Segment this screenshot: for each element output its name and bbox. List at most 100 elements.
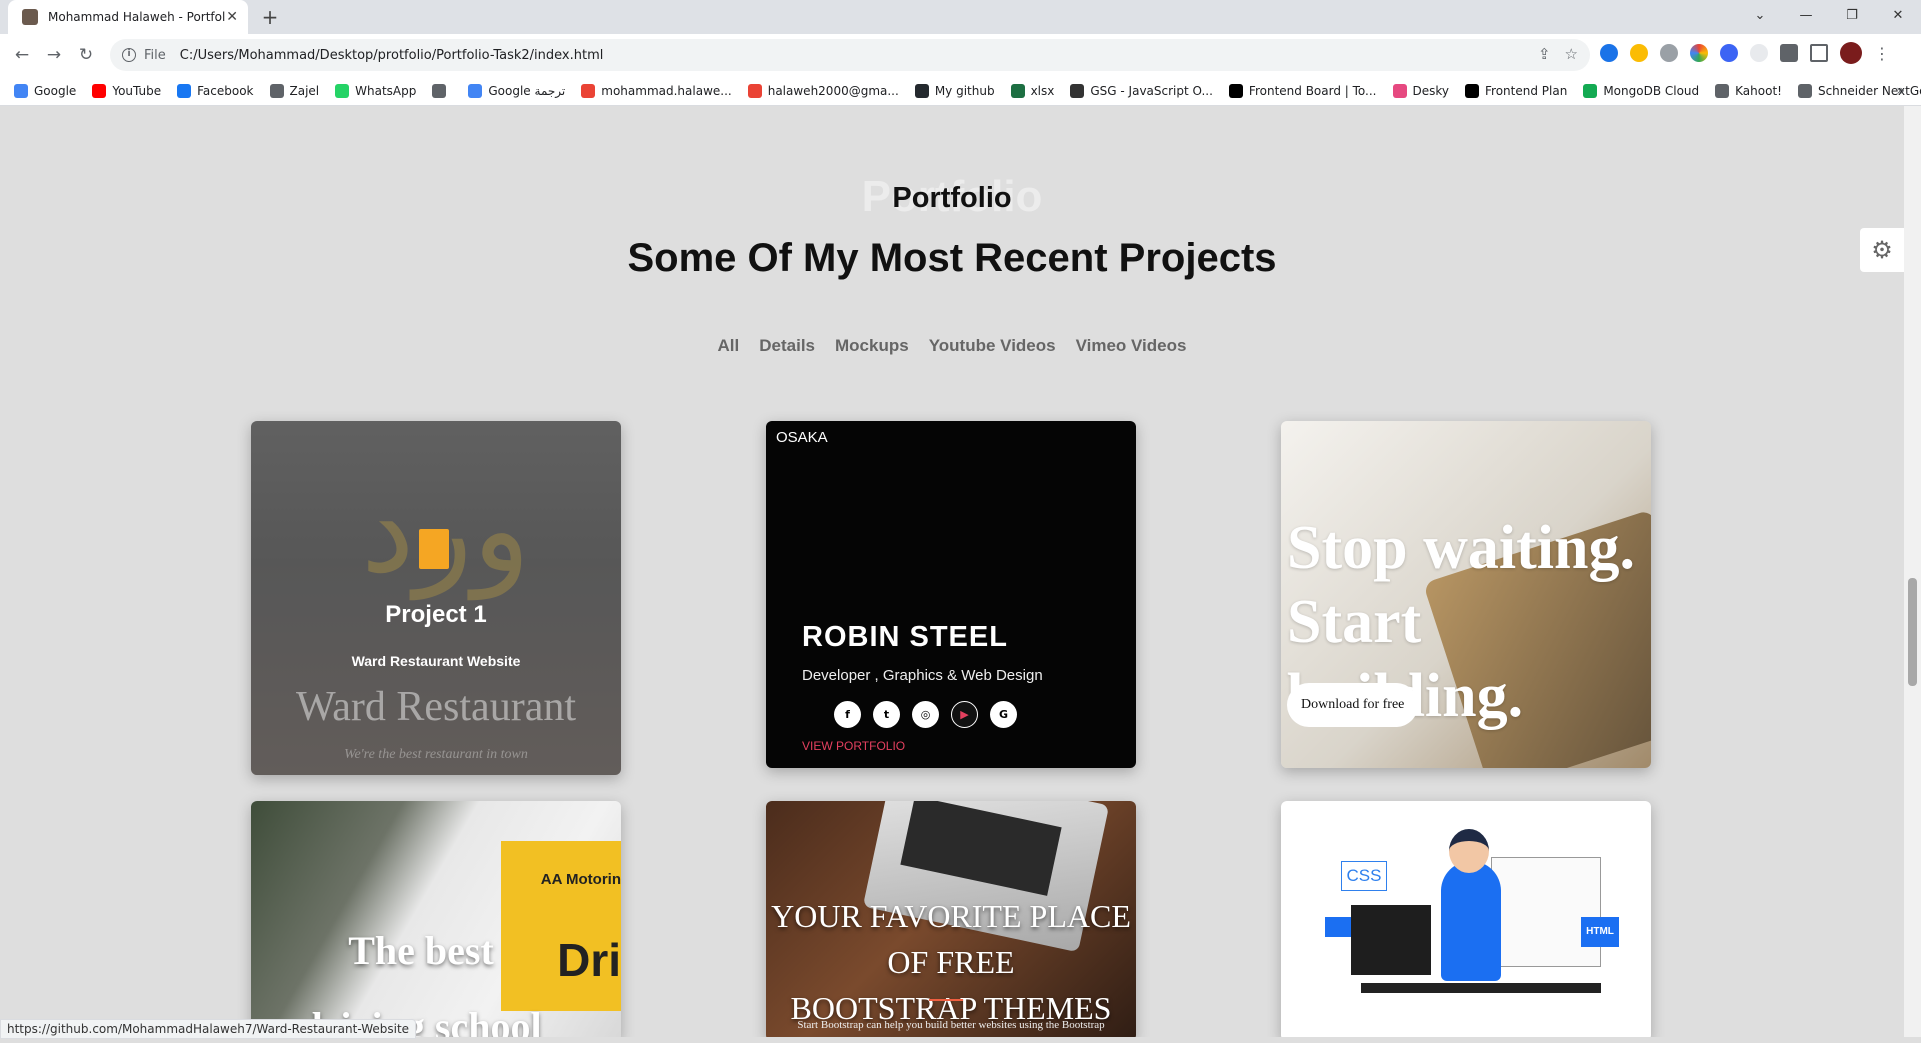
bookmark-item[interactable]: YouTube <box>92 83 162 98</box>
bookmark-favicon-icon <box>1010 83 1025 98</box>
project-card-4[interactable]: AA Motorin Dri The best driving school <box>251 801 621 1037</box>
youtube-icon[interactable]: ▶ <box>951 701 978 728</box>
card-6-monitor <box>1351 905 1431 975</box>
tab-title: Mohammad Halaweh - Portfolio <box>48 10 227 24</box>
page-scrollbar[interactable] <box>1904 106 1921 1037</box>
card-6-code-window <box>1491 857 1601 967</box>
bookmark-label: Desky <box>1412 83 1450 98</box>
bookmark-item[interactable]: WhatsApp <box>335 83 416 98</box>
bookmark-label: Google <box>34 83 77 98</box>
bookmark-item[interactable]: Frontend Board | To... <box>1228 83 1377 98</box>
back-icon[interactable]: ← <box>6 39 38 71</box>
window-buttons: — ❐ ✕ <box>1783 0 1921 30</box>
extension-grey-icon[interactable] <box>1750 44 1768 62</box>
bookmark-favicon-icon <box>14 83 28 98</box>
settings-gear-icon[interactable]: ⚙ <box>1860 228 1904 272</box>
bookmark-label: YouTube <box>112 83 162 98</box>
extensions: ⋮ <box>1600 42 1890 64</box>
card-1-bg-name: Ward Restaurant <box>295 684 576 730</box>
bookmark-item[interactable]: Facebook <box>177 83 254 98</box>
card-2-cta[interactable]: VIEW PORTFOLIO <box>802 739 905 753</box>
bookmark-favicon-icon <box>1797 83 1812 98</box>
extension-shield-icon[interactable] <box>1600 44 1618 62</box>
extension-search-icon[interactable] <box>1660 44 1678 62</box>
extensions-puzzle-icon[interactable] <box>1780 44 1798 62</box>
facebook-icon[interactable]: f <box>834 701 861 728</box>
bookmark-label: Kahoot! <box>1735 83 1782 98</box>
reload-icon[interactable]: ↻ <box>70 39 102 71</box>
side-panel-icon[interactable] <box>1810 44 1828 62</box>
bookmark-favicon-icon <box>335 83 350 98</box>
bookmark-item[interactable]: GSG - JavaScript O... <box>1070 83 1213 98</box>
bookmark-item[interactable]: Zajel <box>269 83 319 98</box>
close-window-icon[interactable]: ✕ <box>1875 0 1921 30</box>
instagram-icon[interactable]: ◎ <box>912 701 939 728</box>
bookmark-favicon-icon <box>1465 83 1479 98</box>
card-2-role: Developer , Graphics & Web Design <box>802 667 1043 684</box>
extension-color-icon[interactable] <box>1690 44 1708 62</box>
bookmark-item[interactable]: Kahoot! <box>1715 83 1782 98</box>
bookmarks-overflow-icon[interactable]: » <box>1896 83 1905 99</box>
extension-blue-icon[interactable] <box>1720 44 1738 62</box>
scrollbar-thumb[interactable] <box>1908 578 1917 686</box>
bookmark-item[interactable]: halaweh2000@gma... <box>747 83 899 98</box>
bookmark-favicon-icon <box>747 83 762 98</box>
card-6-html-label: HTML <box>1581 917 1619 947</box>
tab-close-icon[interactable]: ✕ <box>226 9 238 25</box>
bookmark-label: xlsx <box>1030 83 1055 98</box>
card-1-bg-tag: We're the best restaurant in town <box>344 747 528 762</box>
bookmark-label: halaweh2000@gma... <box>767 83 899 98</box>
new-tab-button[interactable]: + <box>258 5 282 29</box>
bookmark-item[interactable]: Google ترجمة <box>468 83 566 98</box>
project-card-2[interactable]: OSAKA ROBIN STEEL Developer , Graphics &… <box>766 421 1136 768</box>
bookmark-item[interactable]: Frontend Plan <box>1465 83 1567 98</box>
url-text[interactable]: C:/Users/Mohammad/Desktop/protfolio/Port… <box>180 48 604 63</box>
card-5-line-1: YOUR FAVORITE PLACE OF FREE <box>771 898 1131 980</box>
bookmark-item[interactable]: mohammad.halawe... <box>581 83 732 98</box>
download-button[interactable]: Download for free <box>1287 683 1419 727</box>
filter-details[interactable]: Details <box>759 336 815 356</box>
toolbar: ← → ↻ i File C:/Users/Mohammad/Desktop/p… <box>0 34 1921 76</box>
bookmark-item[interactable]: My github <box>914 83 995 98</box>
minimize-icon[interactable]: — <box>1783 0 1829 30</box>
bookmark-item[interactable]: xlsx <box>1010 83 1055 98</box>
tab-active[interactable]: Mohammad Halaweh - Portfolio ✕ <box>8 0 248 34</box>
google-icon[interactable]: G <box>990 701 1017 728</box>
address-bar[interactable]: i File C:/Users/Mohammad/Desktop/protfol… <box>110 39 1590 71</box>
portfolio-filters: All Details Mockups Youtube Videos Vimeo… <box>0 336 1904 356</box>
bookmark-item[interactable]: MongoDB Cloud <box>1583 83 1699 98</box>
bookmark-favicon-icon <box>1392 83 1407 98</box>
share-icon[interactable]: ⇪ <box>1538 45 1551 63</box>
project-card-1[interactable]: ورد Ward Restaurant We're the best resta… <box>251 421 621 775</box>
bookmark-item[interactable]: Google <box>14 83 77 98</box>
section-title: Portfolio <box>892 182 1012 214</box>
bookmark-label: mohammad.halawe... <box>601 83 732 98</box>
bookmark-label: Google ترجمة <box>488 83 566 98</box>
extension-coin-icon[interactable] <box>1630 44 1648 62</box>
window-controls: ⌄ <box>1737 0 1783 30</box>
filter-youtube-videos[interactable]: Youtube Videos <box>929 336 1056 356</box>
section-subtitle: Some Of My Most Recent Projects <box>627 236 1277 280</box>
bookmark-favicon-icon <box>92 83 107 98</box>
restore-icon[interactable]: ❐ <box>1829 0 1875 30</box>
card-1-title: Project 1 <box>385 601 487 628</box>
bookmark-label: Schneider NextGen... <box>1817 83 1921 98</box>
profile-avatar[interactable] <box>1840 42 1862 64</box>
card-3-headline-1: Stop waiting. <box>1287 514 1635 582</box>
twitter-icon[interactable]: t <box>873 701 900 728</box>
card-6-desk <box>1361 983 1601 993</box>
bookmark-star-icon[interactable]: ☆ <box>1565 45 1578 63</box>
tab-search-icon[interactable]: ⌄ <box>1737 0 1783 30</box>
bookmark-item[interactable] <box>432 83 452 98</box>
project-card-3[interactable]: Stop waiting. Start building. Download f… <box>1281 421 1651 768</box>
project-card-6[interactable]: CSS HTML <box>1281 801 1651 1037</box>
bookmark-favicon-icon <box>1070 83 1085 98</box>
site-info-icon[interactable]: i <box>122 48 136 62</box>
project-card-5[interactable]: YOUR FAVORITE PLACE OF FREE BOOTSTRAP TH… <box>766 801 1136 1037</box>
filter-mockups[interactable]: Mockups <box>835 336 909 356</box>
filter-vimeo-videos[interactable]: Vimeo Videos <box>1076 336 1187 356</box>
menu-kebab-icon[interactable]: ⋮ <box>1874 44 1890 63</box>
bookmark-item[interactable]: Desky <box>1392 83 1450 98</box>
forward-icon[interactable]: → <box>38 39 70 71</box>
filter-all[interactable]: All <box>718 336 740 356</box>
